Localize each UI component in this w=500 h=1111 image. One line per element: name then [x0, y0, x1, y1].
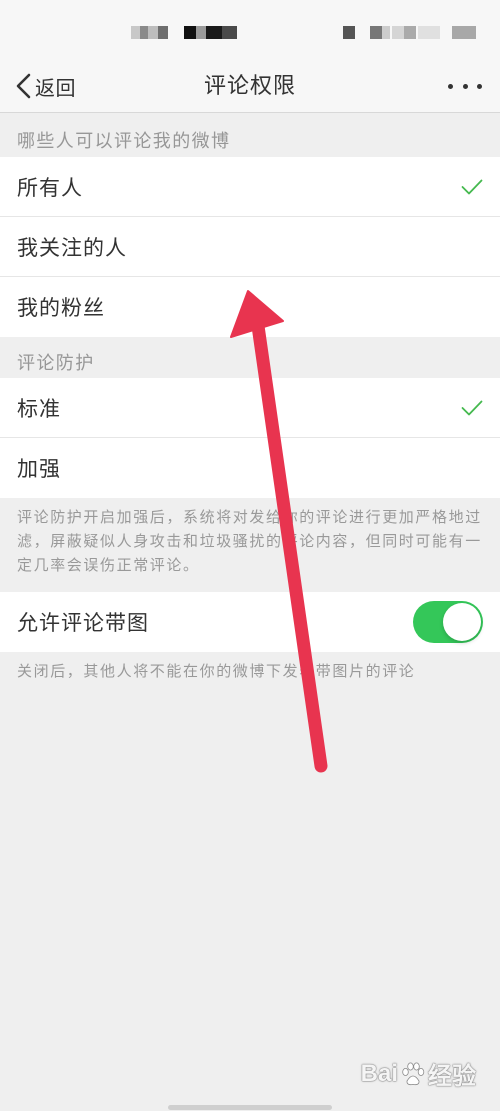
option-label: 所有人 — [17, 176, 83, 200]
description-line: 定几率会误伤正常评论。 — [17, 557, 200, 574]
status-bar-obscured-block — [184, 26, 196, 39]
status-bar-obscured-block — [140, 26, 148, 39]
status-bar-obscured-block — [343, 26, 355, 39]
option-people-i-follow[interactable]: 我关注的人 — [0, 217, 500, 277]
toggle-knob — [443, 603, 481, 641]
status-bar-obscured-block — [452, 26, 476, 39]
status-bar-obscured-block — [392, 26, 404, 39]
settings-list: 哪些人可以评论我的微博 所有人 我关注的人 我的粉丝 评论防护 标准 加强 评论… — [0, 113, 500, 684]
status-bar-obscured-block — [131, 26, 140, 39]
watermark-text-right: 经验 — [428, 1063, 476, 1090]
status-bar-obscured-block — [196, 26, 206, 39]
more-button[interactable] — [448, 60, 482, 112]
checkmark-icon — [461, 179, 483, 194]
allow-image-comments-label: 允许评论带图 — [17, 612, 149, 635]
option-label: 加强 — [17, 458, 61, 481]
option-everyone[interactable]: 所有人 — [0, 157, 500, 217]
status-bar-obscured-block — [206, 26, 222, 39]
description-line: 评论防护开启加强后，系统将对发给你的评论进行更加严格地过 — [17, 509, 482, 526]
status-bar-obscured-block — [418, 26, 440, 39]
allow-image-comments-row: 允许评论带图 — [0, 592, 500, 652]
description-line: 滤，屏蔽疑似人身攻击和垃圾骚扰的评论内容，但同时可能有一 — [17, 533, 482, 550]
app-screen: 返回 评论权限 哪些人可以评论我的微博 所有人 我关注的人 我的粉丝 评论防护 … — [0, 0, 500, 1111]
watermark-text-left: Bai — [360, 1059, 398, 1087]
option-protection-enhanced[interactable]: 加强 — [0, 438, 500, 498]
option-protection-standard[interactable]: 标准 — [0, 378, 500, 438]
status-bar — [0, 0, 500, 60]
section-header-comment-protection: 评论防护 — [17, 352, 95, 373]
option-label: 我关注的人 — [17, 236, 127, 260]
more-dots-icon — [448, 83, 453, 89]
option-label: 我的粉丝 — [17, 297, 105, 320]
navigation-bar: 返回 评论权限 — [0, 60, 500, 113]
checkmark-icon — [461, 400, 483, 415]
protection-description: 评论防护开启加强后，系统将对发给你的评论进行更加严格地过 滤，屏蔽疑似人身攻击和… — [0, 498, 500, 592]
status-bar-obscured-block — [404, 26, 416, 39]
back-label: 返回 — [35, 77, 76, 100]
note-line: 关闭后，其他人将不能在你的微博下发表带图片的评论 — [17, 663, 416, 680]
status-bar-obscured-block — [222, 26, 237, 39]
chevron-left-icon — [16, 73, 31, 99]
status-bar-obscured-block — [158, 26, 168, 39]
status-bar-obscured-block — [148, 26, 158, 39]
section-header-who-can-comment: 哪些人可以评论我的微博 — [17, 131, 231, 151]
more-dots-icon — [462, 83, 468, 89]
status-bar-obscured-block — [370, 26, 382, 39]
image-comments-note: 关闭后，其他人将不能在你的微博下发表带图片的评论 — [0, 652, 500, 684]
page-title: 评论权限 — [203, 73, 296, 98]
more-dots-icon — [477, 83, 482, 89]
home-indicator — [168, 1105, 332, 1110]
back-button[interactable]: 返回 — [14, 60, 76, 112]
status-bar-obscured-block — [382, 26, 390, 39]
paw-icon — [402, 1062, 425, 1085]
watermark: Bai 经验 — [361, 1056, 476, 1091]
option-my-fans[interactable]: 我的粉丝 — [0, 277, 500, 337]
allow-image-comments-toggle[interactable] — [413, 601, 483, 643]
option-label: 标准 — [17, 397, 61, 421]
